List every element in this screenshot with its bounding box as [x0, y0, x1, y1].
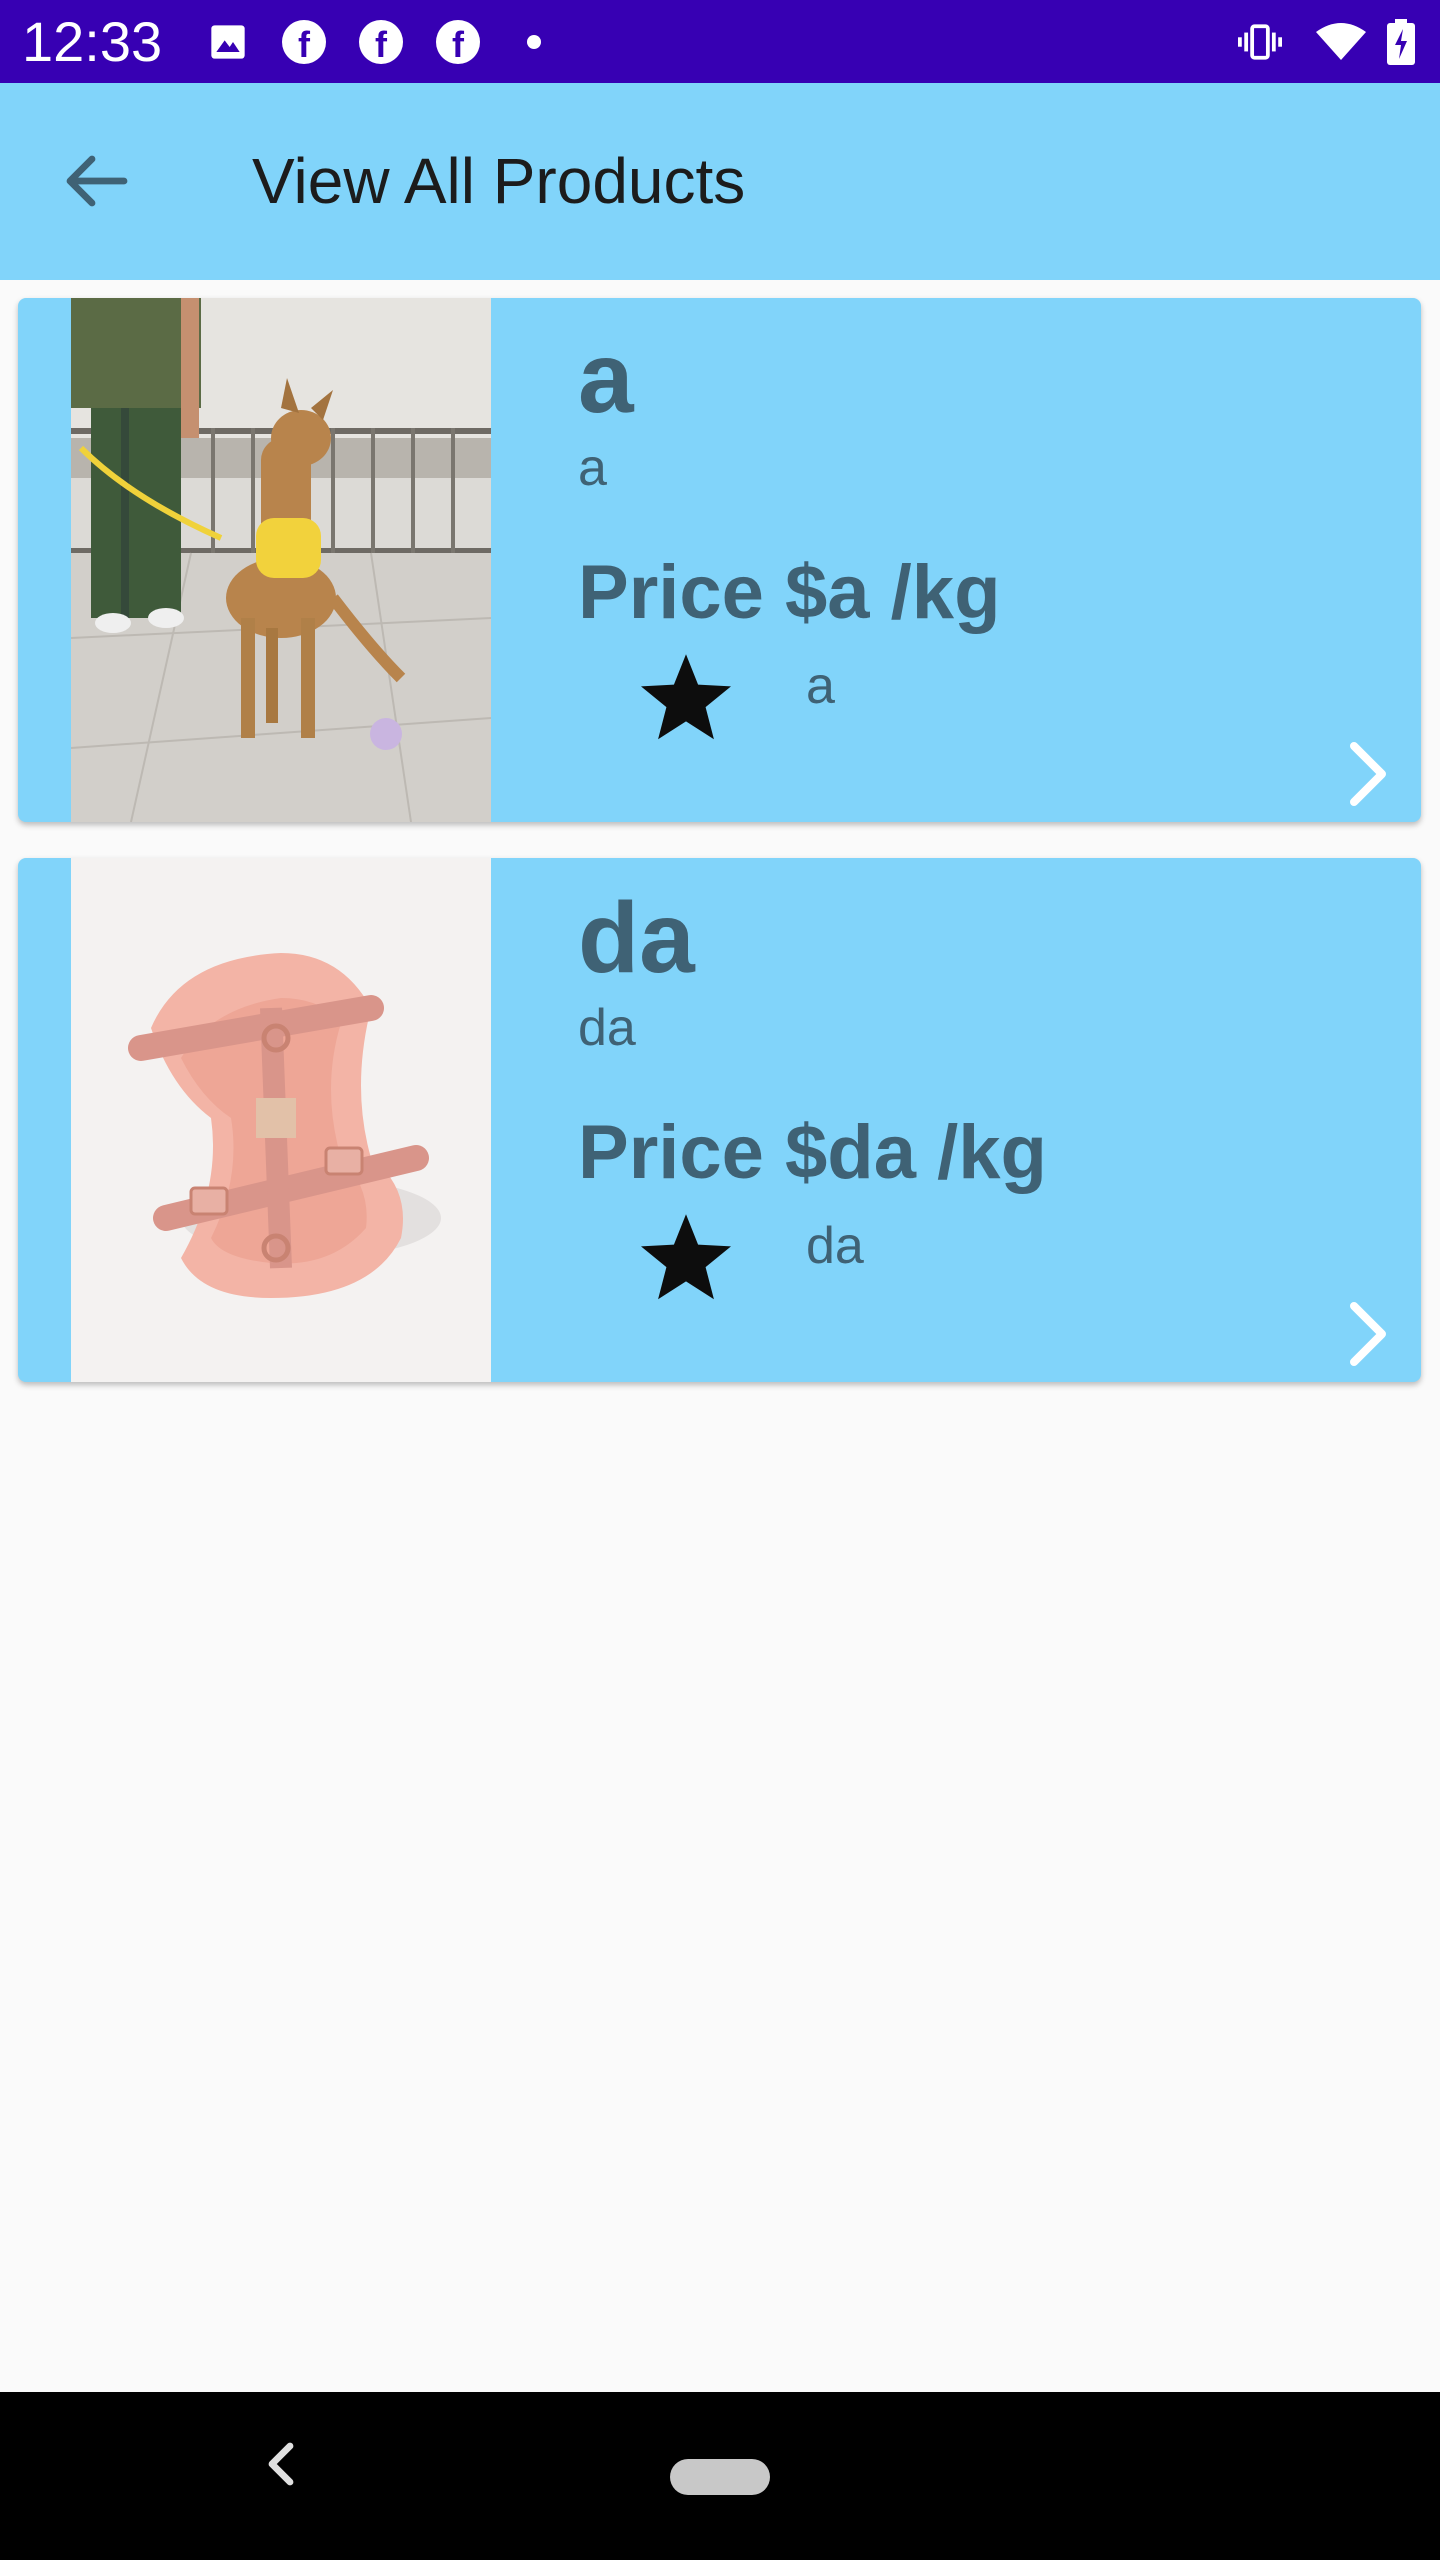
product-name: da	[578, 882, 695, 994]
star-icon	[636, 1208, 736, 1308]
arrow-back-icon	[64, 153, 128, 214]
product-card[interactable]: da da Price $da /kg da	[18, 858, 1421, 1382]
product-price: Price $a /kg	[578, 550, 1001, 635]
star-icon	[636, 648, 736, 748]
facebook-icon: f	[436, 20, 480, 64]
product-card[interactable]: a a Price $a /kg a	[18, 298, 1421, 822]
battery-charging-icon	[1386, 19, 1416, 65]
image-icon	[206, 20, 250, 64]
app-bar: View All Products	[0, 83, 1440, 280]
dot-icon	[512, 20, 556, 64]
product-description: da	[578, 999, 636, 1057]
home-pill-icon[interactable]	[670, 2459, 770, 2495]
wifi-icon	[1315, 20, 1367, 64]
status-bar: 12:33 f f f	[0, 0, 1440, 83]
product-image-dog-harness	[71, 298, 491, 822]
product-rating: a	[806, 657, 835, 715]
product-price: Price $da /kg	[578, 1110, 1047, 1195]
product-rating: da	[806, 1217, 864, 1275]
page-title: View All Products	[252, 145, 746, 217]
product-image-pink-harness	[71, 858, 491, 1382]
status-time: 12:33	[22, 10, 163, 73]
chevron-right-icon[interactable]	[1338, 1298, 1398, 1370]
back-button[interactable]	[48, 135, 144, 231]
facebook-icon: f	[359, 20, 403, 64]
navigation-bar	[0, 2392, 1440, 2560]
chevron-right-icon[interactable]	[1338, 738, 1398, 810]
vibrate-icon	[1238, 20, 1282, 64]
nav-back-icon[interactable]	[252, 2434, 312, 2494]
product-description: a	[578, 439, 607, 497]
facebook-icon: f	[282, 20, 326, 64]
product-name: a	[578, 322, 634, 434]
